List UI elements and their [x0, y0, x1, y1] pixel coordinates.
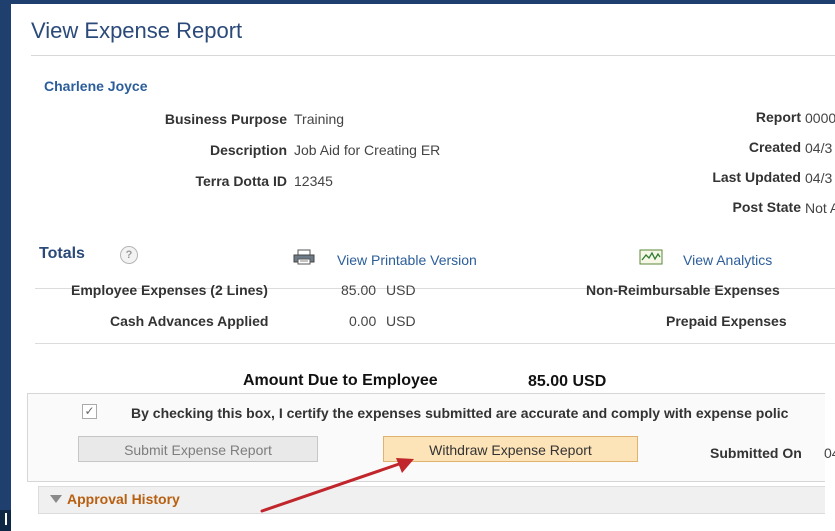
submit-expense-report-button[interactable]: Submit Expense Report [78, 436, 318, 462]
amount-due-label: Amount Due to Employee [243, 372, 438, 389]
view-printable-version-link[interactable]: View Printable Version [337, 252, 477, 268]
cash-advances-value: 0.00 [349, 313, 377, 329]
help-icon[interactable]: ? [120, 246, 138, 264]
cash-advances-currency: USD [386, 313, 416, 329]
nav-toggle-icon [5, 513, 7, 525]
left-nav-bar [0, 0, 11, 531]
created-value: 04/3 [805, 140, 833, 156]
description-value: Job Aid for Creating ER [294, 142, 441, 158]
cash-advances-label: Cash Advances Applied [110, 313, 269, 329]
post-state-value: Not A [805, 200, 835, 216]
title-divider [31, 55, 835, 56]
left-nav-toggle[interactable] [0, 510, 11, 531]
post-state-label: Post State [732, 199, 801, 215]
employee-expenses-currency: USD [386, 282, 416, 298]
triangle-down-icon[interactable] [50, 495, 62, 503]
business-purpose-label: Business Purpose [164, 111, 287, 127]
business-purpose-value: Training [294, 111, 345, 127]
amount-divider [35, 343, 835, 344]
report-value: 0000 [805, 110, 835, 126]
submitted-on-label: Submitted On [710, 445, 802, 461]
prepaid-expenses-label: Prepaid Expenses [666, 313, 787, 329]
employee-expenses-label: Employee Expenses (2 Lines) [71, 282, 268, 298]
printer-icon[interactable] [293, 249, 315, 265]
view-analytics-link[interactable]: View Analytics [683, 252, 772, 268]
last-updated-label: Last Updated [712, 169, 801, 185]
last-updated-value: 04/3 [805, 170, 833, 186]
terra-dotta-id-value: 12345 [294, 173, 333, 189]
employee-expenses-value: 85.00 [341, 282, 377, 298]
non-reimbursable-label: Non-Reimbursable Expenses [586, 282, 780, 298]
terra-dotta-id-label: Terra Dotta ID [195, 173, 287, 189]
analytics-icon[interactable] [639, 249, 663, 265]
created-label: Created [748, 139, 801, 155]
report-label: Report [755, 109, 801, 125]
page-title: View Expense Report [31, 18, 243, 43]
employee-name: Charlene Joyce [44, 78, 148, 94]
withdraw-expense-report-button[interactable]: Withdraw Expense Report [383, 436, 638, 462]
totals-title: Totals [39, 245, 85, 262]
submitted-on-value: 04 [824, 445, 835, 461]
description-label: Description [209, 142, 287, 158]
amount-due-value: 85.00 USD [528, 373, 607, 390]
certify-checkbox[interactable]: ✓ [82, 404, 97, 419]
certify-text: By checking this box, I certify the expe… [131, 405, 789, 421]
approval-history-title[interactable]: Approval History [67, 491, 180, 507]
